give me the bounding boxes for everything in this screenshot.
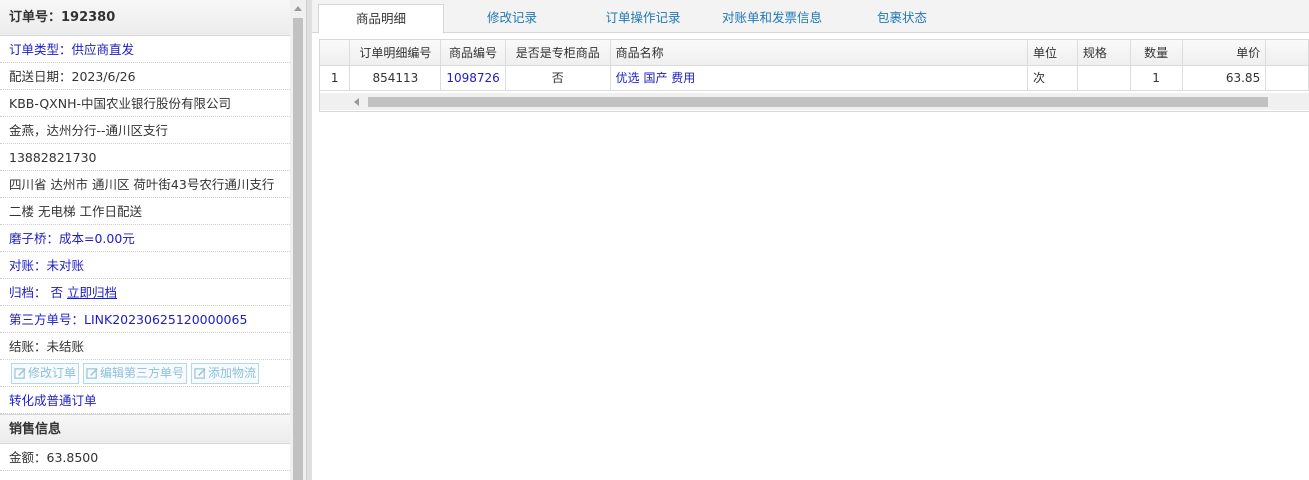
tab-bar: 商品明细 修改记录 订单操作记录 对账单和发票信息 包裹状态: [312, 0, 1309, 34]
archive-label: 归档：: [9, 285, 47, 300]
edit-third-party-label: 编辑第三方单号: [100, 365, 185, 380]
cell-counter: 否: [505, 65, 611, 91]
archive-now-link[interactable]: 立即归档: [67, 285, 117, 300]
cell-price: 63.85: [1182, 65, 1267, 91]
scroll-thumb[interactable]: [293, 18, 303, 480]
goods-table: 订单明细编号 商品编号 是否是专柜商品 商品名称 单位 规格 数量 单价 1 8…: [320, 40, 1309, 91]
edit-order-label: 修改订单: [28, 365, 77, 380]
order-info-panel: 订单号：192380 订单类型：供应商直发 配送日期：2023/6/26 KBB…: [0, 0, 290, 480]
contact-phone: 13882821730: [0, 144, 290, 171]
contact-name: 金燕，达州分行--通川区支行: [0, 117, 290, 144]
convert-row: 转化成普通订单: [0, 387, 290, 414]
col-header-extra: [1265, 40, 1309, 66]
convert-normal-order-link[interactable]: 转化成普通订单: [9, 393, 97, 408]
cell-detail-no: 854113: [349, 65, 442, 91]
archive-row: 归档： 否 立即归档: [0, 279, 290, 306]
col-header-rownum: [320, 40, 351, 66]
col-header-detail-no[interactable]: 订单明细编号: [349, 40, 442, 66]
tab-statement-invoice[interactable]: 对账单和发票信息: [712, 4, 832, 33]
edit-icon: [86, 367, 98, 379]
col-header-unit[interactable]: 单位: [1027, 40, 1078, 66]
col-header-counter[interactable]: 是否是专柜商品: [505, 40, 611, 66]
col-header-qty[interactable]: 数量: [1130, 40, 1183, 66]
horizontal-scroll-thumb[interactable]: [368, 97, 1268, 107]
delivery-address: 四川省 达州市 通川区 荷叶街43号农行通川支行: [0, 171, 290, 198]
cell-goods-name[interactable]: 优选 国产 费用: [610, 65, 1028, 91]
order-number-header: 订单号：192380: [0, 0, 290, 36]
sales-info-header: 销售信息: [0, 414, 290, 444]
col-header-name[interactable]: 商品名称: [610, 40, 1028, 66]
customer-company: KBB-QXNH-中国农业银行股份有限公司: [0, 90, 290, 117]
scroll-up-icon[interactable]: [294, 6, 302, 11]
tab-modify-log[interactable]: 修改记录: [452, 4, 572, 33]
left-panel-scrollbar[interactable]: [290, 0, 306, 480]
edit-third-party-button[interactable]: 编辑第三方单号: [83, 362, 188, 384]
add-logistics-button[interactable]: 添加物流: [191, 362, 260, 384]
order-type: 订单类型：供应商直发: [0, 36, 290, 63]
grid-header-row: 订单明细编号 商品编号 是否是专柜商品 商品名称 单位 规格 数量 单价: [320, 40, 1309, 66]
detail-panel: 商品明细 修改记录 订单操作记录 对账单和发票信息 包裹状态 订单明细编号 商品…: [312, 0, 1309, 480]
cell-spec: [1077, 65, 1131, 91]
sales-amount: 金额：63.8500: [0, 444, 290, 471]
cell-qty: 1: [1130, 65, 1183, 91]
col-header-spec[interactable]: 规格: [1077, 40, 1131, 66]
col-header-price[interactable]: 单价: [1182, 40, 1267, 66]
row-number: 1: [320, 65, 351, 91]
edit-order-button[interactable]: 修改订单: [11, 362, 80, 384]
scroll-left-icon[interactable]: [354, 98, 359, 106]
third-party-number: 第三方单号：LINK20230625120000065: [0, 306, 290, 333]
goods-grid: 订单明细编号 商品编号 是否是专柜商品 商品名称 单位 规格 数量 单价 1 8…: [319, 39, 1309, 112]
tab-goods-detail[interactable]: 商品明细: [318, 4, 444, 34]
add-logistics-label: 添加物流: [208, 365, 257, 380]
settle-status: 结账：未结账: [0, 333, 290, 360]
cost-info: 磨子桥：成本=0.00元: [0, 225, 290, 252]
edit-icon: [14, 367, 26, 379]
col-header-goods-no[interactable]: 商品编号: [440, 40, 506, 66]
delivery-note: 二楼 无电梯 工作日配送: [0, 198, 290, 225]
action-buttons: 修改订单 编辑第三方单号 添加物流: [0, 360, 290, 387]
tab-order-operation-log[interactable]: 订单操作记录: [580, 4, 706, 33]
tab-package-status[interactable]: 包裹状态: [842, 4, 962, 33]
delivery-date: 配送日期：2023/6/26: [0, 63, 290, 90]
cell-unit: 次: [1027, 65, 1078, 91]
reconcile-status: 对账：未对账: [0, 252, 290, 279]
table-row[interactable]: 1 854113 1098726 否 优选 国产 费用 次 1 63.85: [320, 65, 1309, 91]
edit-icon: [194, 367, 206, 379]
cell-goods-no[interactable]: 1098726: [440, 65, 506, 91]
cell-extra: [1265, 65, 1309, 91]
archive-value: 否: [50, 285, 64, 300]
grid-horizontal-scrollbar[interactable]: [320, 93, 1309, 110]
